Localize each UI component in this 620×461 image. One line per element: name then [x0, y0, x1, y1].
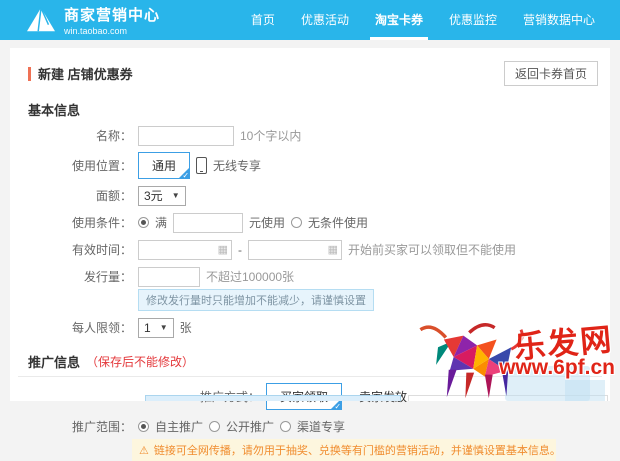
promo-scope-label: 推广范围：: [10, 418, 132, 435]
back-to-cards-button[interactable]: 返回卡券首页: [504, 61, 598, 86]
denomination-label: 面额：: [10, 187, 132, 204]
warning-icon: ⚠: [139, 444, 149, 457]
valid-time-note: 开始前买家可以领取但不能使用: [348, 241, 516, 258]
mobile-phone-icon: [196, 157, 207, 174]
condition-none-radio[interactable]: [291, 217, 302, 228]
limit-label: 每人限领：: [10, 319, 132, 336]
title-accent-bar: [28, 67, 31, 81]
cutoff-tooltip-box: [145, 395, 401, 401]
row-issue-count: 发行量： 不超过100000张: [10, 266, 610, 287]
section-divider: [18, 376, 602, 377]
condition-threshold-suffix: 元使用: [249, 214, 285, 231]
nav-data-center[interactable]: 营销数据中心: [510, 0, 608, 40]
app-title: 商家营销中心: [64, 4, 160, 25]
top-header: 商家营销中心 win.taobao.com 首页 优惠活动 淘宝卡券 优惠监控 …: [0, 0, 620, 40]
name-input[interactable]: [138, 126, 234, 146]
content-panel: 新建 店铺优惠券 返回卡券首页 基本信息 名称： 10个字以内 使用位置： 通用…: [10, 48, 610, 401]
row-name: 名称： 10个字以内: [10, 125, 610, 146]
row-valid-time: 有效时间： ▦ - ▦ 开始前买家可以领取但不能使用: [10, 239, 610, 260]
denomination-select[interactable]: 3元 ▼: [138, 186, 186, 206]
condition-label: 使用条件：: [10, 214, 132, 231]
app-subtitle: win.taobao.com: [64, 26, 160, 36]
scope-self-radio[interactable]: [138, 421, 149, 432]
valid-time-label: 有效时间：: [10, 241, 132, 258]
scope-public-label: 公开推广: [226, 418, 274, 435]
issue-count-hint: 不超过100000张: [206, 268, 294, 285]
nav-taobao-cards[interactable]: 淘宝卡券: [362, 0, 436, 40]
scope-channel-radio[interactable]: [280, 421, 291, 432]
position-general-button[interactable]: 通用 ✓: [138, 152, 190, 179]
row-position: 使用位置： 通用 ✓ 无线专享: [10, 152, 610, 179]
warning-text: 链接可全网传播，请勿用于抽奖、兑换等有门槛的营销活动，并谨慎设置基本信息。链接被…: [154, 442, 556, 458]
app-logo[interactable]: 商家营销中心 win.taobao.com: [26, 4, 160, 36]
name-hint: 10个字以内: [240, 127, 301, 144]
issue-count-tooltip: 修改发行量时只能增加不能减少，请谨慎设置: [138, 289, 374, 311]
nav-promotions[interactable]: 优惠活动: [288, 0, 362, 40]
nav-monitor[interactable]: 优惠监控: [436, 0, 510, 40]
row-per-person-limit: 每人限领： 1 ▼ 张: [10, 317, 610, 338]
page-title: 新建 店铺优惠券: [38, 64, 133, 83]
position-label: 使用位置：: [10, 157, 132, 174]
limit-select[interactable]: 1 ▼: [138, 318, 174, 338]
chevron-down-icon: ▼: [160, 323, 168, 332]
scope-channel-label: 渠道专享: [297, 418, 345, 435]
check-icon: ✓: [182, 172, 189, 180]
condition-none-label: 无条件使用: [308, 214, 368, 231]
promo-immutable-note: （保存后不能修改）: [86, 353, 194, 370]
titlebar: 新建 店铺优惠券 返回卡券首页: [10, 48, 610, 86]
cutoff-panel-box: [408, 395, 608, 401]
scope-self-label: 自主推广: [155, 418, 203, 435]
promo-info-heading: 推广信息 （保存后不能修改）: [28, 352, 610, 371]
nav-home[interactable]: 首页: [238, 0, 288, 40]
basic-info-heading: 基本信息: [28, 100, 610, 119]
active-tab-underline: [370, 37, 428, 40]
start-date-input[interactable]: [138, 240, 232, 260]
condition-threshold-radio[interactable]: [138, 217, 149, 228]
row-denomination: 面额： 3元 ▼: [10, 185, 610, 206]
scope-public-radio[interactable]: [209, 421, 220, 432]
check-icon: ✓: [334, 403, 341, 411]
condition-threshold-prefix: 满: [155, 214, 167, 231]
coupon-form: 名称： 10个字以内 使用位置： 通用 ✓ 无线专享 面额：: [10, 125, 610, 461]
row-condition: 使用条件： 满 元使用 无条件使用: [10, 212, 610, 233]
limit-unit: 张: [180, 319, 192, 336]
condition-amount-input[interactable]: [173, 213, 243, 233]
win-triangle-icon: [26, 6, 56, 34]
issue-count-input[interactable]: [138, 267, 200, 287]
name-label: 名称：: [10, 127, 132, 144]
scope-warning-banner: ⚠ 链接可全网传播，请勿用于抽奖、兑换等有门槛的营销活动，并谨慎设置基本信息。链…: [132, 439, 556, 461]
issue-count-label: 发行量：: [10, 268, 132, 285]
chevron-down-icon: ▼: [172, 191, 180, 200]
end-date-input[interactable]: [248, 240, 342, 260]
row-promo-scope: 推广范围： 自主推广 公开推广 渠道专享: [10, 416, 610, 437]
position-wireless-option[interactable]: 无线专享: [213, 157, 261, 174]
main-nav: 首页 优惠活动 淘宝卡券 优惠监控 营销数据中心: [238, 0, 608, 40]
issue-count-tooltip-row: 修改发行量时只能增加不能减少，请谨慎设置: [10, 289, 610, 311]
date-separator: -: [238, 243, 242, 257]
